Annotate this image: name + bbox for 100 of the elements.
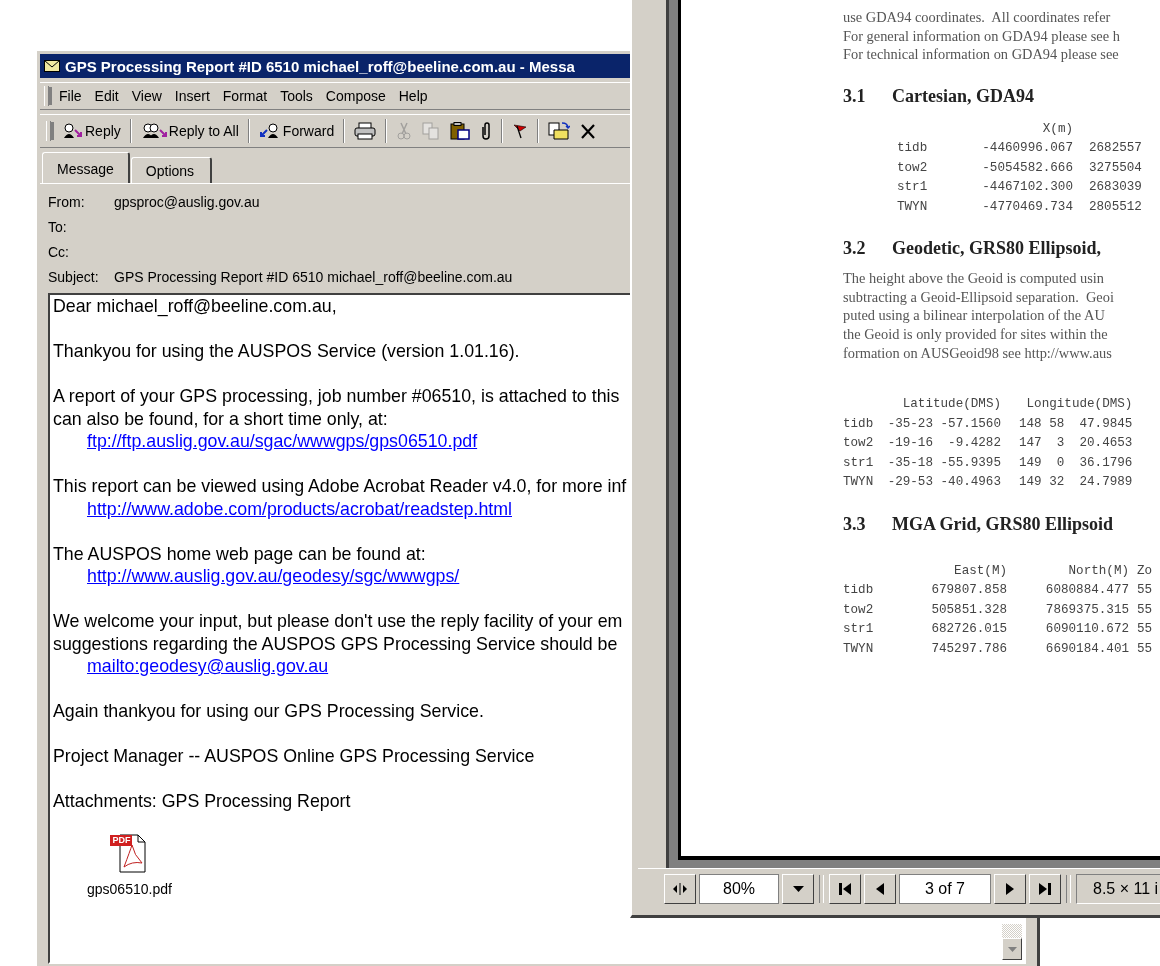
reply-all-button[interactable]: Reply to All — [136, 117, 243, 145]
menu-item[interactable]: Format — [216, 86, 275, 106]
header-label: From: — [48, 193, 86, 210]
body-text: suggestions regarding the AUSPOS GPS Processing Service should be — [53, 632, 618, 655]
menu-item[interactable]: Compose — [319, 86, 393, 106]
table-cell: 6690184.401 — [1045, 641, 1129, 656]
page-size-label: 8.5 × 11 i — [1076, 874, 1160, 904]
scrollbar-track[interactable] — [1002, 924, 1022, 938]
table-cell: -4770469.734 — [982, 199, 1073, 214]
table-cell: 55 — [1137, 602, 1153, 617]
header-value: gpsproc@auslig.gov.au — [114, 193, 260, 210]
zoom-field[interactable]: 80% — [699, 874, 779, 904]
forward-button[interactable]: Forward — [254, 117, 339, 145]
section-heading: 3.2 Geodetic, GRS80 Ellipsoid, — [843, 238, 1103, 260]
page-text: subtracting a Geoid-Ellipsoid separation. Geoi — [843, 287, 1115, 307]
table-cell: TWYN — [897, 199, 928, 214]
person-arrow-icon — [61, 122, 83, 140]
table-cell: 55 — [1137, 641, 1153, 656]
header-value: GPS Processing Report #ID 6510 michael_roff@beeline.com.au — [114, 268, 513, 285]
table-cell: 6080884.477 — [1045, 583, 1129, 597]
split-arrows-icon — [673, 883, 687, 895]
table-cell: 505851.328 — [931, 602, 1007, 617]
copy-icon — [422, 122, 441, 140]
toolbar-grip[interactable] — [44, 86, 49, 106]
first-page-icon — [839, 883, 851, 895]
reply-button[interactable]: Reply — [57, 117, 125, 145]
toolbar-grip[interactable] — [46, 121, 51, 141]
table-cell: str1 — [843, 622, 874, 636]
link[interactable]: ftp://ftp.auslig.gov.au/sgac/wwwgps/gps06510.pdf — [87, 430, 478, 453]
body-text: can also be found, for a short time only, at: — [53, 407, 388, 430]
body-text: The AUSPOS home web page can be found at: — [53, 542, 426, 565]
close-icon — [580, 122, 597, 140]
table-cell: TWYN — [843, 475, 874, 489]
dropdown-button[interactable] — [782, 874, 814, 904]
table-cell: -35-23 -57.1560 — [887, 416, 1001, 431]
header-label: To: — [48, 218, 68, 235]
people-arrow-icon — [140, 122, 167, 140]
table-cell: 745297.786 — [931, 641, 1007, 656]
column-header: Zo — [1137, 563, 1153, 578]
previous-page-button[interactable] — [864, 874, 896, 904]
body-text: Thankyou for using the AUSPOS Service (version 1.01.16). — [53, 340, 520, 363]
page-text: formation on AUSGeoid98 see http://www.aus — [843, 343, 1113, 363]
caret-icon — [1007, 946, 1017, 952]
table-cell: tidb — [843, 583, 874, 597]
table-cell: 149 32 24.7989 — [1019, 475, 1133, 489]
menu-item[interactable]: Help — [392, 86, 435, 106]
table-cell: -35-18 -55.9395 — [887, 455, 1001, 470]
link[interactable]: mailto:geodesy@auslig.gov.au — [87, 655, 329, 678]
table-cell: 2682557 — [1089, 141, 1142, 156]
page-text: use GDA94 coordinates. All coordinates refer — [843, 8, 1112, 27]
table-cell: str1 — [897, 180, 928, 195]
menu-item[interactable]: Tools — [274, 86, 320, 106]
column-header: Latitude(DMS) — [902, 397, 1001, 411]
table-cell: 682726.015 — [931, 622, 1007, 636]
page-text: For technical information on GDA94 please see — [843, 45, 1120, 64]
section-heading: 3.3 MGA Grid, GRS80 Ellipsoid — [843, 513, 1115, 535]
right-triangle-icon — [1006, 883, 1014, 895]
menu-item[interactable]: Insert — [168, 86, 217, 106]
table-cell: -19-16 -9.4282 — [887, 436, 1001, 450]
attachment-item[interactable]: PDF gps06510.pdf — [87, 830, 172, 900]
column-header: X(m) — [1042, 121, 1073, 136]
page-text: puted using a bilinear interpolation of the AU — [843, 306, 1106, 326]
first-page-button[interactable] — [829, 874, 861, 904]
last-page-icon — [1039, 883, 1051, 895]
split-view-button[interactable] — [664, 874, 696, 904]
table-cell: tidb — [897, 141, 928, 156]
link[interactable]: http://www.adobe.com/products/acrobat/readstep.html — [87, 497, 512, 520]
table-cell: 55 — [1137, 583, 1153, 597]
body-text: Again thankyou for using our GPS Processing Service. — [53, 700, 484, 723]
column-header: North(M) — [1068, 563, 1129, 578]
tab[interactable]: Message — [42, 152, 130, 183]
table-cell: -29-53 -40.4963 — [887, 475, 1001, 489]
page-text: the Geoid is only provided for sites within the — [843, 325, 1109, 344]
section-heading: 3.1 Cartesian, GDA94 — [843, 85, 1035, 107]
clipboard-icon — [450, 122, 471, 140]
next-page-button[interactable] — [994, 874, 1026, 904]
tab[interactable]: Options — [130, 157, 213, 183]
header-label: Cc: — [48, 243, 70, 260]
page-field[interactable]: 3 of 7 — [899, 874, 991, 904]
body-text: Dear michael_roff@beeline.com.au, — [53, 295, 337, 318]
table-cell: tow2 — [843, 602, 874, 617]
folder-arrow-icon — [548, 122, 571, 140]
table-cell: 2805512 — [1089, 199, 1142, 214]
page-text: The height above the Geoid is computed usin — [843, 269, 1105, 288]
table-cell: tow2 — [897, 160, 928, 175]
menu-item[interactable]: File — [53, 86, 89, 106]
menu-item[interactable]: View — [125, 86, 169, 106]
menu-item[interactable]: Edit — [88, 86, 126, 106]
envelope-icon — [44, 60, 60, 72]
last-page-button[interactable] — [1029, 874, 1061, 904]
link[interactable]: http://www.auslig.gov.au/geodesy/sgc/wwwgps/ — [87, 565, 460, 588]
scroll-down-button[interactable] — [1002, 938, 1022, 960]
column-header: Longitude(DMS) — [1026, 397, 1133, 411]
table-cell: 3275504 — [1089, 160, 1142, 175]
table-cell: 149 0 36.1796 — [1019, 455, 1133, 470]
paperclip-icon — [480, 122, 493, 140]
table-cell: 2683039 — [1089, 180, 1142, 195]
table-cell: -4460996.067 — [982, 141, 1073, 156]
body-text: Project Manager -- AUSPOS Online GPS Processing Service — [53, 745, 535, 768]
table-cell: 148 58 47.9845 — [1019, 416, 1133, 431]
